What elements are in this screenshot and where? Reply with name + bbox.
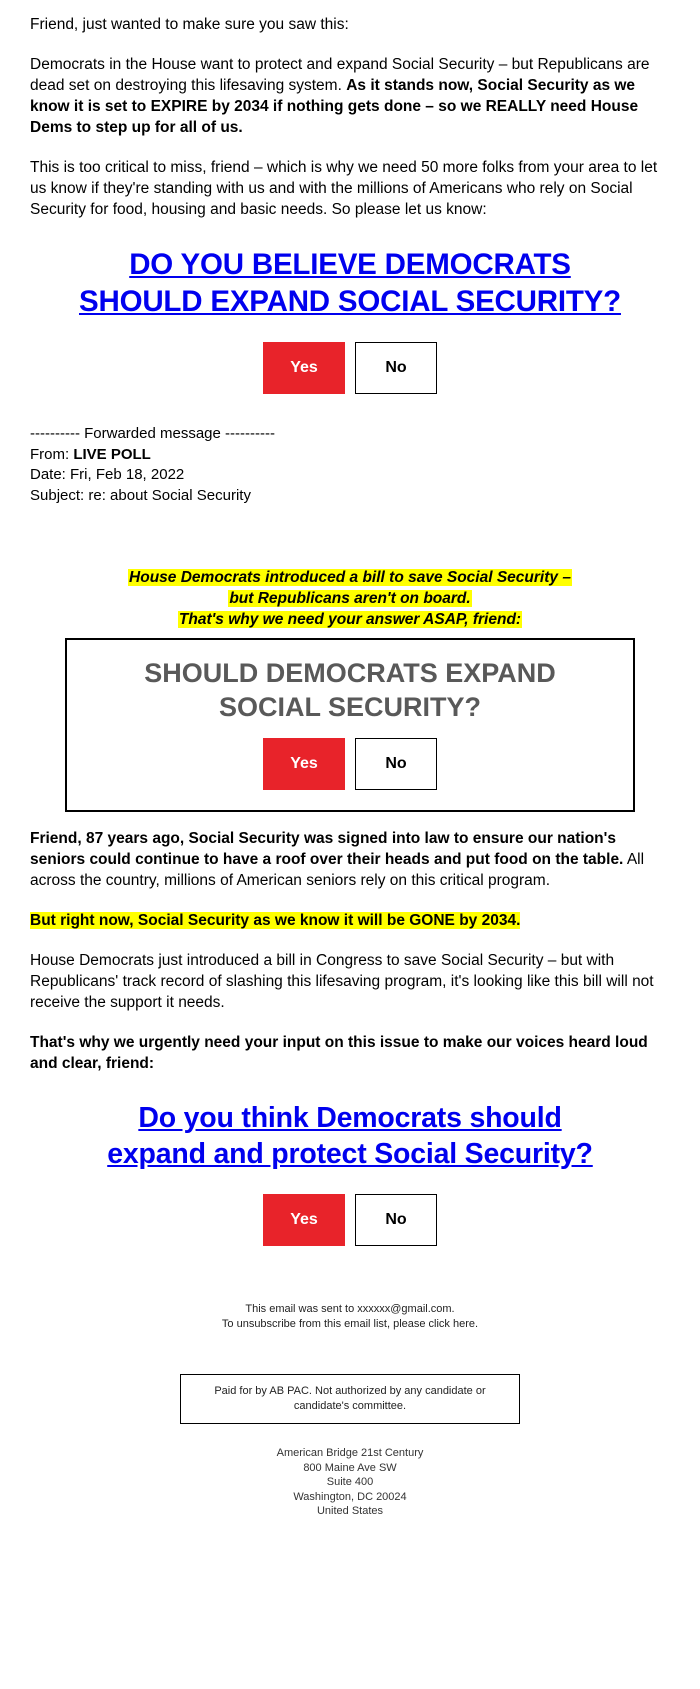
promo-line-3: That's why we need your answer ASAP, fri…: [30, 610, 670, 630]
intro-paragraph-3: This is too critical to miss, friend – w…: [30, 159, 658, 218]
paid-for-line-2: candidate's committee.: [293, 1400, 407, 1412]
body-paragraph-1: Friend, 87 years ago, Social Security wa…: [30, 828, 670, 891]
forwarded-date-row: Date: Fri, Feb 18, 2022: [30, 466, 185, 483]
body-paragraph-4-bold: That's why we urgently need your input o…: [30, 1034, 648, 1072]
paid-for-line-1: Paid for by AB PAC. Not authorized by an…: [214, 1385, 486, 1397]
bottom-poll-buttons: Yes No: [30, 1194, 670, 1246]
poll-box-question: SHOULD DEMOCRATS EXPAND SOCIAL SECURITY?: [77, 656, 623, 724]
promo-highlight-block: House Democrats introduced a bill to sav…: [30, 568, 670, 630]
promo-line-2-text: but Republicans aren't on board.: [228, 590, 472, 607]
poll-box-yes-button[interactable]: Yes: [263, 738, 345, 790]
top-poll-buttons: Yes No: [30, 342, 670, 394]
forwarded-from-row: From: LIVE POLL: [30, 445, 670, 466]
top-poll-headline-link-line2[interactable]: SHOULD EXPAND SOCIAL SECURITY?: [79, 285, 621, 318]
promo-line-3-text: That's why we need your answer ASAP, fri…: [177, 611, 523, 628]
top-poll-no-button[interactable]: No: [355, 342, 437, 394]
body-paragraph-4: That's why we urgently need your input o…: [30, 1032, 670, 1074]
bottom-poll-headline-link-line2[interactable]: expand and protect Social Security?: [107, 1138, 593, 1170]
promo-line-1-text: House Democrats introduced a bill to sav…: [128, 569, 572, 586]
forwarded-subject-row: Subject: re: about Social Security: [30, 486, 251, 504]
bottom-poll-headline: Do you think Democrats should expand and…: [30, 1100, 670, 1172]
poll-box: SHOULD DEMOCRATS EXPAND SOCIAL SECURITY?…: [65, 638, 635, 812]
forwarded-message-header: ---------- Forwarded message ---------- …: [30, 424, 670, 506]
promo-line-1: House Democrats introduced a bill to sav…: [30, 568, 670, 588]
intro-greeting: Friend, just wanted to make sure you saw…: [30, 16, 349, 33]
bottom-poll-no-button[interactable]: No: [355, 1194, 437, 1246]
organization-address: American Bridge 21st Century 800 Maine A…: [30, 1446, 670, 1519]
footer-unsubscribe[interactable]: To unsubscribe from this email list, ple…: [30, 1317, 670, 1332]
intro-paragraph-2: Democrats in the House want to protect a…: [30, 54, 670, 138]
body-paragraph-2: But right now, Social Security as we kno…: [30, 910, 670, 931]
promo-line-2: but Republicans aren't on board.: [30, 589, 670, 609]
address-country: United States: [316, 1505, 384, 1517]
bottom-poll-yes-button[interactable]: Yes: [263, 1194, 345, 1246]
forwarded-from-label: From:: [30, 445, 74, 463]
top-poll-yes-button[interactable]: Yes: [263, 342, 345, 394]
paid-for-disclaimer-box: Paid for by AB PAC. Not authorized by an…: [180, 1374, 520, 1424]
address-street: 800 Maine Ave SW: [303, 1461, 397, 1474]
top-poll-headline-link-line1[interactable]: DO YOU BELIEVE DEMOCRATS: [129, 248, 571, 281]
top-poll-headline: DO YOU BELIEVE DEMOCRATS SHOULD EXPAND S…: [30, 246, 670, 320]
email-body: Friend, just wanted to make sure you saw…: [0, 0, 700, 1529]
body-paragraph-1-bold: Friend, 87 years ago, Social Security wa…: [30, 830, 624, 868]
forwarded-from-value: LIVE POLL: [73, 445, 151, 463]
poll-box-question-line1: SHOULD DEMOCRATS EXPAND: [144, 658, 556, 688]
footer-email-notice: This email was sent to xxxxxx@gmail.com.…: [30, 1302, 670, 1332]
poll-box-question-line2: SOCIAL SECURITY?: [218, 692, 482, 722]
poll-box-no-button[interactable]: No: [355, 738, 437, 790]
bottom-poll-headline-link-line1[interactable]: Do you think Democrats should: [138, 1102, 562, 1134]
poll-box-buttons: Yes No: [77, 738, 623, 790]
address-suite: Suite 400: [326, 1476, 374, 1488]
address-city: Washington, DC 20024: [293, 1490, 407, 1503]
footer-sent-to: This email was sent to xxxxxx@gmail.com.: [245, 1303, 455, 1315]
address-org: American Bridge 21st Century: [276, 1447, 424, 1459]
forwarded-divider: ---------- Forwarded message ----------: [30, 425, 275, 442]
body-paragraph-3: House Democrats just introduced a bill i…: [30, 952, 654, 1011]
body-paragraph-2-highlight: But right now, Social Security as we kno…: [30, 912, 521, 929]
